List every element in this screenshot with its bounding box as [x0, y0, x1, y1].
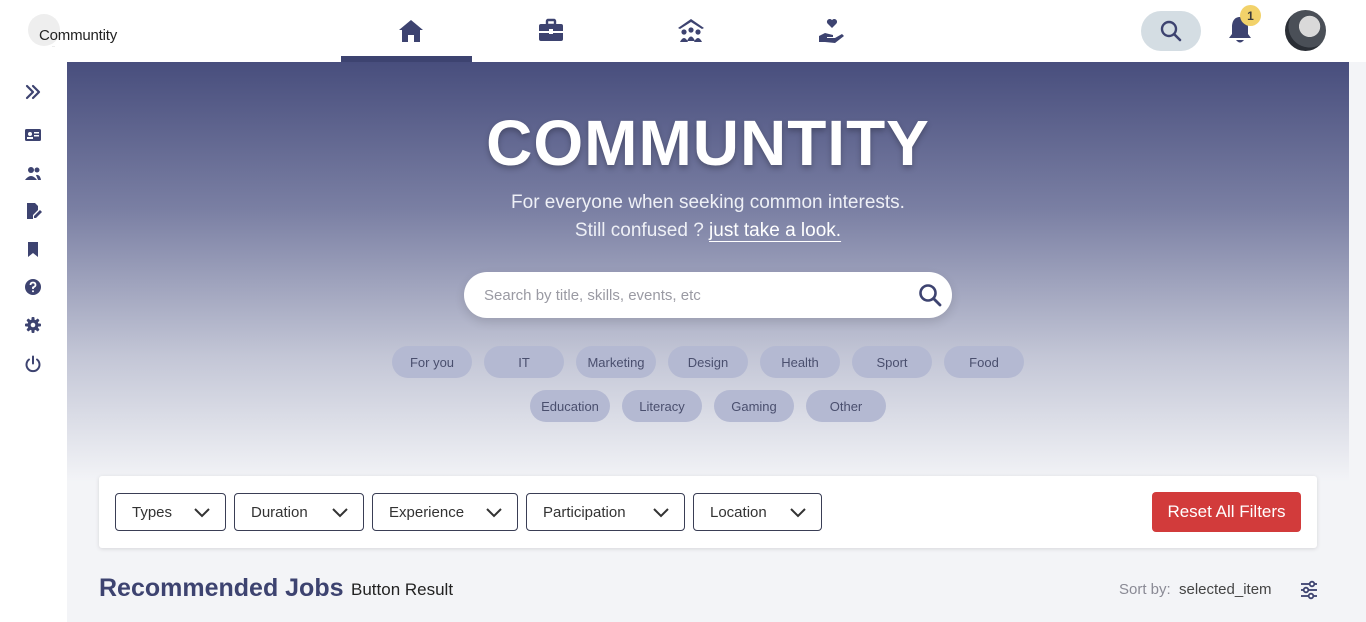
category-chips-row-2: Education Literacy Gaming Other — [67, 390, 1349, 422]
chevron-down-icon — [332, 508, 348, 518]
category-chips-row-1: For you IT Marketing Design Health Sport… — [67, 346, 1349, 378]
chip-marketing[interactable]: Marketing — [576, 346, 656, 378]
chevron-down-icon — [790, 508, 806, 518]
volunteer-hand-heart-icon — [819, 18, 844, 43]
sidebar-item-profile[interactable] — [22, 124, 44, 146]
search-icon[interactable] — [918, 283, 942, 307]
nav-community[interactable] — [621, 0, 761, 62]
chip-gaming[interactable]: Gaming — [714, 390, 794, 422]
logo-text: Communtity — [39, 27, 118, 44]
duration-filter-label: Duration — [251, 503, 308, 521]
sidebar — [0, 62, 67, 622]
main-search — [464, 272, 952, 318]
types-filter[interactable]: Types — [115, 493, 226, 531]
participation-filter[interactable]: Participation — [526, 493, 685, 531]
sort-label: Sort by: — [1119, 581, 1171, 598]
search-input[interactable] — [484, 272, 904, 318]
bookmark-icon — [28, 242, 38, 257]
sidebar-item-help[interactable] — [22, 276, 44, 298]
sidebar-item-users[interactable] — [22, 162, 44, 184]
community-icon — [678, 19, 704, 42]
hero-look-link[interactable]: just take a look. — [709, 220, 841, 241]
sidebar-item-bookmarks[interactable] — [22, 238, 44, 260]
header-search-button[interactable] — [1141, 11, 1201, 51]
section-subtitle: Button Result — [351, 580, 454, 599]
sort-select[interactable]: selected_item — [1179, 581, 1272, 598]
chip-sport[interactable]: Sport — [852, 346, 932, 378]
nav-home[interactable] — [341, 0, 481, 62]
id-card-icon — [25, 129, 41, 141]
hero-title: COMMUNTITY — [486, 107, 930, 179]
experience-filter[interactable]: Experience — [372, 493, 518, 531]
gear-icon — [25, 317, 41, 333]
chip-other[interactable]: Other — [806, 390, 886, 422]
location-filter-label: Location — [710, 503, 767, 521]
duration-filter[interactable]: Duration — [234, 493, 364, 531]
briefcase-icon — [539, 18, 563, 41]
chevron-down-icon — [653, 508, 669, 518]
avatar[interactable] — [1285, 10, 1326, 51]
hero-subtitle-2: Still confused ? just take a look. — [67, 220, 1349, 242]
hero-subtitle-prefix: Still confused ? — [574, 220, 710, 241]
chip-education[interactable]: Education — [530, 390, 610, 422]
filter-bar: Types Duration Experience Participation … — [99, 476, 1317, 548]
main-nav — [341, 0, 901, 62]
section-title: Recommended Jobs — [99, 574, 344, 602]
power-icon — [25, 355, 41, 373]
users-icon — [25, 167, 41, 180]
reset-filters-button[interactable]: Reset All Filters — [1152, 492, 1301, 532]
nav-jobs[interactable] — [481, 0, 621, 62]
chevron-down-icon — [194, 508, 210, 518]
sidebar-item-applications[interactable] — [22, 200, 44, 222]
chip-design[interactable]: Design — [668, 346, 748, 378]
types-filter-label: Types — [132, 503, 173, 521]
notification-badge: 1 — [1240, 5, 1261, 26]
nav-volunteer[interactable] — [761, 0, 901, 62]
expand-icon — [25, 84, 41, 100]
hero-subtitle: For everyone when seeking common interes… — [511, 192, 905, 213]
chevron-down-icon — [486, 508, 502, 518]
logo[interactable]: Communtity ... — [28, 14, 128, 50]
chip-health[interactable]: Health — [760, 346, 840, 378]
home-icon — [399, 20, 423, 42]
help-icon — [25, 279, 41, 295]
sidebar-item-settings[interactable] — [22, 314, 44, 336]
chip-for-you[interactable]: For you — [392, 346, 472, 378]
sidebar-expand[interactable] — [22, 81, 44, 103]
logo-tagline: ... — [52, 43, 56, 48]
chip-literacy[interactable]: Literacy — [622, 390, 702, 422]
sliders-icon[interactable] — [1299, 580, 1319, 600]
edit-document-icon — [27, 203, 42, 219]
sidebar-item-logout[interactable] — [22, 353, 44, 375]
chip-food[interactable]: Food — [944, 346, 1024, 378]
top-bar: Communtity ... 1 — [0, 0, 1366, 62]
location-filter[interactable]: Location — [693, 493, 822, 531]
experience-filter-label: Experience — [389, 503, 465, 521]
chip-it[interactable]: IT — [484, 346, 564, 378]
search-icon — [1160, 20, 1182, 42]
participation-filter-label: Participation — [543, 503, 626, 521]
hero-banner: COMMUNTITY For everyone when seeking com… — [67, 62, 1349, 482]
